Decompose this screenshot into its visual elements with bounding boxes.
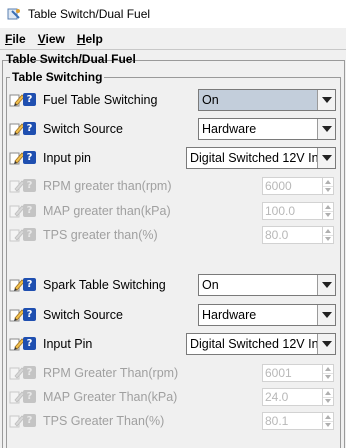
spark-switch-source-select[interactable]: Hardware: [198, 304, 336, 326]
menu-bar: File View Help: [0, 28, 346, 49]
help-icon[interactable]: ?: [23, 151, 36, 164]
chevron-down-icon[interactable]: [317, 90, 335, 110]
menu-file[interactable]: File: [4, 32, 27, 46]
chevron-down-icon[interactable]: [317, 334, 335, 354]
fuel-rpm-row: ? RPM greater than(rpm) 6000: [0, 174, 346, 198]
app-icon: [7, 7, 21, 21]
spark-input-pin-label: Input Pin: [43, 337, 93, 351]
fuel-input-pin-select[interactable]: Digital Switched 12V In: [186, 147, 336, 169]
spin-down-icon: [323, 422, 333, 430]
help-icon[interactable]: ?: [23, 93, 36, 106]
chevron-down-icon[interactable]: [317, 305, 335, 325]
spin-down-icon: [323, 212, 333, 220]
help-icon[interactable]: ?: [23, 278, 36, 291]
spin-down-icon: [323, 398, 333, 406]
spark-table-switching-label: Spark Table Switching: [43, 278, 166, 292]
fuel-input-pin-label: Input pin: [43, 151, 91, 165]
fuel-map-row: ? MAP greater than(kPa) 100.0: [0, 199, 346, 223]
fuel-tps-row: ? TPS greater than(%) 80.0: [0, 223, 346, 247]
spin-up-icon: [323, 413, 333, 422]
fuel-rpm-label: RPM greater than(rpm): [43, 179, 172, 193]
fuel-switch-source-row: ? Switch Source Hardware: [0, 117, 346, 141]
help-icon[interactable]: ?: [23, 308, 36, 321]
fuel-switch-source-select[interactable]: Hardware: [198, 118, 336, 140]
fuel-map-label: MAP greater than(kPa): [43, 204, 171, 218]
fuel-input-pin-row: ? Input pin Digital Switched 12V In: [0, 146, 346, 170]
fuel-table-switching-select[interactable]: On: [198, 89, 336, 111]
help-icon: ?: [23, 366, 36, 379]
spin-up-icon: [323, 203, 333, 212]
spark-table-switching-select[interactable]: On: [198, 274, 336, 296]
spin-up-icon: [323, 227, 333, 236]
chevron-down-icon[interactable]: [317, 119, 335, 139]
spark-rpm-row: ? RPM Greater Than(rpm) 6001: [0, 361, 346, 385]
spark-map-row: ? MAP Greater Than(kPa) 24.0: [0, 385, 346, 409]
spin-down-icon: [323, 374, 333, 382]
fuel-table-switching-label: Fuel Table Switching: [43, 93, 158, 107]
spark-map-spinner: 24.0: [262, 388, 334, 406]
help-icon: ?: [23, 390, 36, 403]
help-icon[interactable]: ?: [23, 337, 36, 350]
fuel-tps-spinner: 80.0: [262, 226, 334, 244]
spark-map-label: MAP Greater Than(kPa): [43, 390, 178, 404]
chevron-down-icon[interactable]: [317, 148, 335, 168]
inner-panel-title: Table Switching: [10, 70, 105, 84]
menu-divider: [0, 49, 346, 50]
help-icon: ?: [23, 228, 36, 241]
spin-up-icon: [323, 178, 333, 187]
spark-switch-source-label: Switch Source: [43, 308, 123, 322]
spark-tps-label: TPS Greater Than(%): [43, 414, 165, 428]
spark-rpm-label: RPM Greater Than(rpm): [43, 366, 179, 380]
spark-rpm-spinner: 6001: [262, 364, 334, 382]
spin-down-icon: [323, 236, 333, 244]
menu-view[interactable]: View: [37, 32, 66, 46]
spin-up-icon: [323, 389, 333, 398]
spark-input-pin-select[interactable]: Digital Switched 12V In: [186, 333, 336, 355]
help-icon: ?: [23, 179, 36, 192]
window-title: Table Switch/Dual Fuel: [28, 7, 151, 21]
fuel-rpm-spinner: 6000: [262, 177, 334, 195]
spark-input-pin-row: ? Input Pin Digital Switched 12V In: [0, 332, 346, 356]
spark-switch-source-row: ? Switch Source Hardware: [0, 303, 346, 327]
spin-up-icon: [323, 365, 333, 374]
fuel-table-switching-row: ? Fuel Table Switching On: [0, 88, 346, 112]
help-icon[interactable]: ?: [23, 122, 36, 135]
help-icon: ?: [23, 204, 36, 217]
spin-down-icon: [323, 187, 333, 195]
spark-tps-spinner: 80.1: [262, 412, 334, 430]
fuel-map-spinner: 100.0: [262, 202, 334, 220]
spark-tps-row: ? TPS Greater Than(%) 80.1: [0, 409, 346, 433]
help-icon: ?: [23, 414, 36, 427]
outer-panel-title: Table Switch/Dual Fuel: [6, 52, 136, 66]
spark-table-switching-row: ? Spark Table Switching On: [0, 273, 346, 297]
fuel-tps-label: TPS greater than(%): [43, 228, 158, 242]
chevron-down-icon[interactable]: [317, 275, 335, 295]
fuel-switch-source-label: Switch Source: [43, 122, 123, 136]
menu-help[interactable]: Help: [76, 32, 104, 46]
title-bar: Table Switch/Dual Fuel: [0, 0, 346, 28]
